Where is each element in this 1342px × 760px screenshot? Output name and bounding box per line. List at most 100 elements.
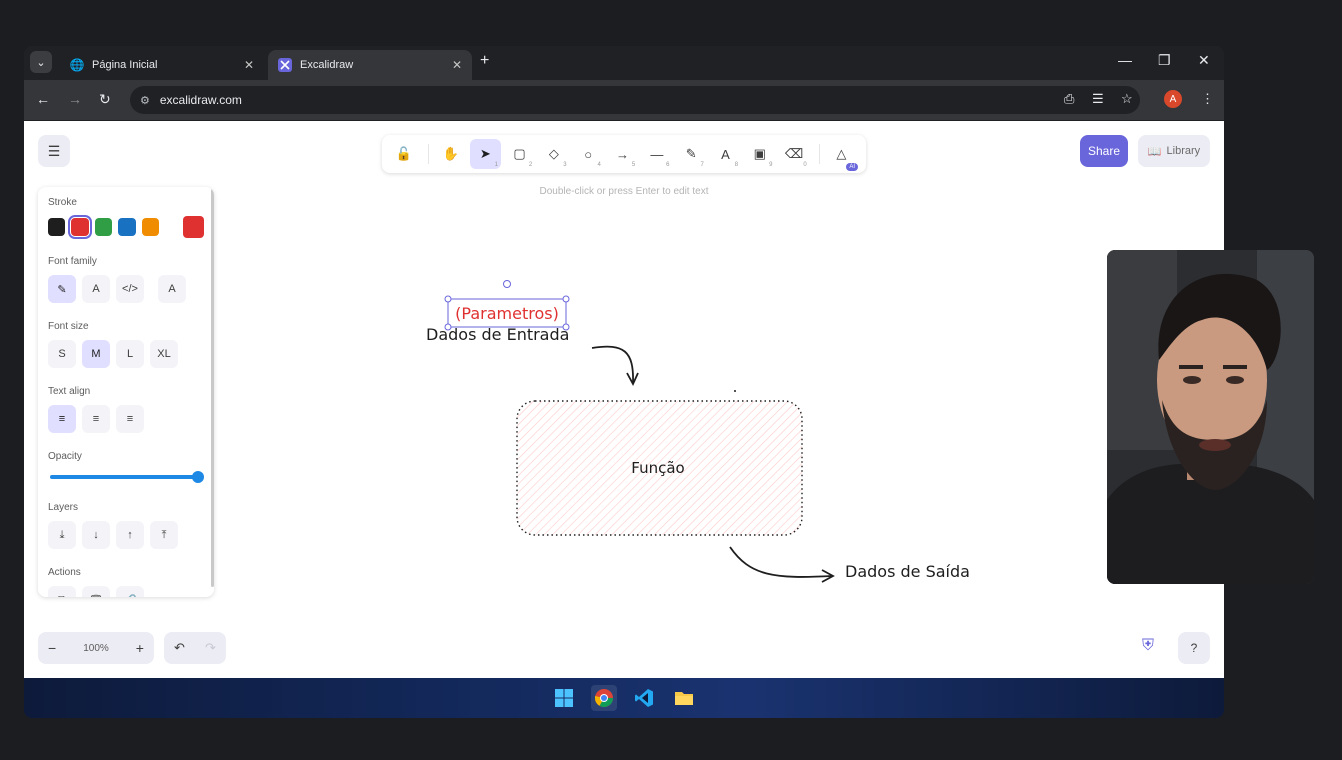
webcam-video [1107, 250, 1314, 584]
input-label: Dados de Entrada [426, 325, 569, 344]
new-tab-button[interactable]: + [480, 52, 489, 70]
minimize-icon[interactable]: — [1118, 52, 1132, 68]
zoom-value[interactable]: 100% [83, 643, 109, 654]
tab-excalidraw[interactable]: Excalidraw ✕ [268, 50, 472, 80]
main-menu-button[interactable]: ☰ [38, 135, 70, 167]
close-tab-icon[interactable]: ✕ [452, 58, 462, 72]
align-center-button[interactable]: ≡ [82, 405, 110, 433]
ellipse-tool[interactable]: ○ 4 [573, 139, 604, 169]
back-icon[interactable]: ← [36, 91, 50, 107]
browser-menu-icon[interactable]: ⋮ [1201, 91, 1214, 107]
text-tool[interactable]: A8 [710, 139, 741, 169]
lock-tool[interactable]: 🔓 [388, 139, 419, 169]
extra-tools-button[interactable]: △ AI [826, 139, 859, 171]
toolbar-divider [428, 144, 430, 164]
font-size-options: S M L XL [48, 340, 204, 368]
text-icon: A [721, 146, 730, 162]
eraser-icon: ⌫ [784, 146, 804, 161]
align-center-icon: ≡ [92, 413, 100, 425]
redo-icon[interactable]: ↷ [205, 640, 216, 656]
draw-tool[interactable]: ✎ 7 [675, 139, 706, 169]
layer-options: ⤓ ↓ ↑ ⤒ [48, 521, 204, 549]
opacity-thumb[interactable] [192, 471, 204, 483]
bookmark-star-icon[interactable]: ☆ [1121, 91, 1133, 107]
text-align-options: ≡ ≡ ≡ [48, 405, 204, 433]
shield-check-icon[interactable]: ⛨ [1142, 637, 1154, 655]
font-more-button[interactable]: A [158, 275, 186, 303]
color-swatch-orange[interactable] [141, 218, 160, 236]
pencil-icon: ✎ [57, 283, 67, 296]
action-options: ⧉ 🗑 🔗 [48, 586, 204, 597]
install-app-icon[interactable]: ⎙ [1064, 91, 1074, 107]
link-icon: 🔗 [123, 594, 137, 598]
library-button[interactable]: 📖 Library [1138, 135, 1210, 167]
excalidraw-canvas[interactable]: (Parametros) Dados de Entrada Função Dad… [24, 121, 1224, 678]
chrome-taskbar-icon[interactable] [591, 685, 617, 711]
tab-pagina-inicial[interactable]: 🌐 Página Inicial ✕ [60, 50, 264, 80]
align-right-button[interactable]: ≡ [116, 405, 144, 433]
bring-to-front-icon: ⤒ [161, 528, 167, 541]
windows-taskbar [24, 678, 1224, 718]
font-code-button[interactable]: </> [116, 275, 144, 303]
close-tab-icon[interactable]: ✕ [244, 58, 254, 72]
bring-forward-button[interactable]: ↑ [116, 521, 144, 549]
current-color-picker[interactable] [182, 216, 205, 238]
windows-start-icon[interactable] [551, 685, 577, 711]
bring-to-front-button[interactable]: ⤒ [150, 521, 178, 549]
reload-icon[interactable]: ↻ [99, 91, 111, 108]
tab-bar: ⌄ 🌐 Página Inicial ✕ Excalidraw ✕ + — ❐ … [24, 46, 1224, 80]
tool-shortcut: 3 [563, 162, 567, 168]
question-icon: ? [1190, 641, 1198, 655]
font-size-m[interactable]: M [82, 340, 110, 368]
align-left-button[interactable]: ≡ [48, 405, 76, 433]
arrow-tool[interactable]: → 5 [607, 139, 638, 169]
site-settings-icon[interactable]: ⚙ [140, 94, 150, 107]
edit-hint: Double-click or press Enter to edit text [539, 186, 709, 197]
rectangle-icon: ▢ [513, 146, 526, 161]
library-label: Library [1166, 145, 1201, 157]
restore-icon[interactable]: ❐ [1158, 52, 1171, 69]
color-swatch-blue[interactable] [118, 218, 136, 236]
selection-tool[interactable]: ➤ 1 [469, 139, 501, 169]
hand-tool[interactable]: ✋ [435, 139, 466, 169]
rectangle-tool[interactable]: ▢ 2 [504, 139, 535, 169]
vscode-taskbar-icon[interactable] [631, 685, 657, 711]
forward-icon[interactable]: → [68, 91, 82, 107]
link-button[interactable]: 🔗 [116, 586, 144, 597]
font-size-s[interactable]: S [48, 340, 76, 368]
align-left-icon: ≡ [58, 413, 66, 425]
image-tool[interactable]: ▣ 9 [744, 139, 775, 169]
font-size-xl[interactable]: XL [150, 340, 178, 368]
close-window-icon[interactable]: ✕ [1198, 52, 1210, 69]
address-bar[interactable]: ⚙ excalidraw.com [130, 86, 1140, 114]
delete-button[interactable]: 🗑 [82, 586, 110, 597]
file-explorer-icon[interactable] [671, 685, 697, 711]
opacity-slider[interactable] [50, 470, 204, 484]
profile-avatar[interactable]: A [1164, 90, 1182, 108]
undo-icon[interactable]: ↶ [174, 640, 185, 656]
line-tool[interactable]: —6 [641, 139, 672, 169]
panel-scrollbar[interactable] [211, 189, 214, 587]
duplicate-button[interactable]: ⧉ [48, 586, 76, 597]
browser-toolbar: ← → ↻ ⚙ excalidraw.com ⎙ ☰ ☆ A ⋮ [24, 80, 1224, 120]
input-arrow [591, 345, 634, 384]
font-family-label: Font family [48, 256, 97, 267]
zoom-out-button[interactable]: − [48, 640, 56, 656]
color-swatch-black[interactable] [48, 218, 66, 236]
help-button[interactable]: ? [1178, 632, 1210, 664]
zoom-in-button[interactable]: + [136, 640, 144, 656]
color-swatch-red[interactable] [68, 215, 92, 239]
eraser-tool[interactable]: ⌫ 0 [778, 139, 809, 169]
color-swatch-green[interactable] [94, 218, 113, 236]
line-icon: — [650, 146, 664, 162]
font-normal-button[interactable]: A [82, 275, 110, 303]
excalidraw-logo-icon [278, 58, 292, 72]
translate-icon[interactable]: ☰ [1092, 91, 1104, 107]
tab-search-button[interactable]: ⌄ [30, 51, 52, 73]
font-hand-drawn-button[interactable]: ✎ [48, 275, 76, 303]
diamond-tool[interactable]: ◇ 3 [538, 139, 569, 169]
send-to-back-button[interactable]: ⤓ [48, 521, 76, 549]
font-size-l[interactable]: L [116, 340, 144, 368]
send-backward-button[interactable]: ↓ [82, 521, 110, 549]
share-button[interactable]: Share [1080, 135, 1128, 167]
